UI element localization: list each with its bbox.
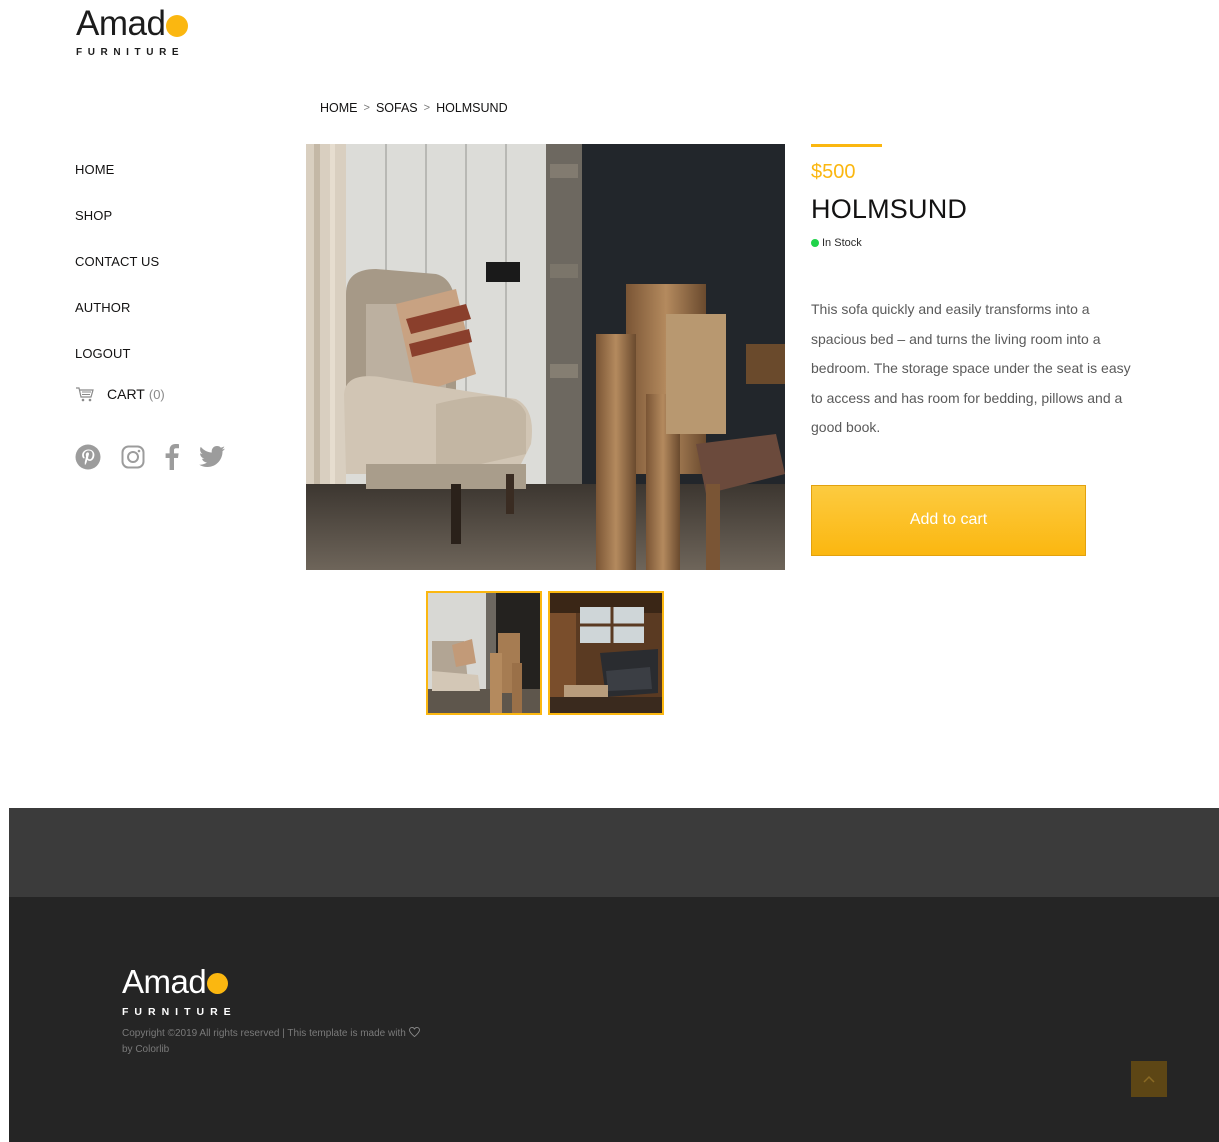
- stock-label: In Stock: [822, 237, 862, 249]
- living-room-thumbnail-photo: [550, 593, 662, 713]
- footer-logo-dot-icon: [207, 973, 229, 994]
- nav-item-home[interactable]: HOME: [75, 160, 255, 206]
- pinterest-icon[interactable]: [75, 444, 101, 470]
- product-main-image[interactable]: [306, 144, 785, 570]
- price-accent-line: [811, 144, 882, 147]
- thumbnail-strip: [426, 591, 664, 715]
- logo-dot-icon: [166, 14, 189, 37]
- breadcrumb: HOME > SOFAS > HOLMSUND: [320, 101, 508, 115]
- thumbnail-1[interactable]: [426, 591, 542, 715]
- armchair-photo: [306, 144, 785, 570]
- stock-status: In Stock: [811, 237, 1151, 249]
- twitter-icon[interactable]: [199, 446, 225, 468]
- cart-label: CART: [107, 386, 145, 402]
- breadcrumb-separator: >: [423, 102, 431, 114]
- add-to-cart-button[interactable]: Add to cart: [811, 484, 1086, 556]
- cart-icon: [76, 387, 94, 402]
- footer-logo-tagline: FURNITURE: [122, 1006, 237, 1018]
- logo-tagline: FURNITURE: [76, 47, 185, 58]
- breadcrumb-home[interactable]: HOME: [320, 101, 358, 115]
- armchair-thumbnail-photo: [428, 593, 540, 713]
- logo-text: Amad: [76, 4, 166, 43]
- cart-count: (0): [148, 386, 165, 402]
- sidebar-nav: HOME SHOP CONTACT US AUTHOR LOGOUT CART …: [75, 160, 255, 470]
- product-name: HOLMSUND: [811, 194, 968, 224]
- nav-item-contact-us[interactable]: CONTACT US: [75, 252, 255, 298]
- logo-wordmark: Amad: [76, 4, 189, 43]
- breadcrumb-current: HOLMSUND: [436, 101, 508, 115]
- back-to-top-button[interactable]: [1131, 1061, 1167, 1097]
- thumbnail-2[interactable]: [548, 591, 664, 715]
- social-links: [75, 444, 255, 470]
- chevron-up-icon: [1143, 1075, 1155, 1083]
- copyright-text: Copyright ©2019 All rights reserved | Th…: [122, 1026, 432, 1058]
- nav-item-shop[interactable]: SHOP: [75, 206, 255, 252]
- footer-logo[interactable]: Amad FURNITURE: [122, 965, 237, 1018]
- instagram-icon[interactable]: [121, 445, 145, 469]
- copyright-credit[interactable]: by Colorlib: [122, 1044, 169, 1055]
- copyright-main: Copyright ©2019 All rights reserved | Th…: [122, 1028, 406, 1039]
- logo[interactable]: Amad FURNITURE: [76, 4, 189, 58]
- facebook-icon[interactable]: [165, 444, 179, 470]
- cart-link[interactable]: CART (0): [75, 382, 255, 406]
- footer: Amad FURNITURE Copyright ©2019 All right…: [9, 897, 1219, 1142]
- nav-item-author[interactable]: AUTHOR: [75, 298, 255, 344]
- footer-top-band: [9, 808, 1219, 897]
- in-stock-dot-icon: [811, 239, 819, 247]
- footer-logo-wordmark: Amad: [122, 965, 237, 998]
- footer-logo-text: Amad: [122, 963, 207, 1000]
- product-description: This sofa quickly and easily transforms …: [811, 301, 1131, 435]
- product-info: $500 HOLMSUND In Stock This sofa quickly…: [811, 144, 1151, 556]
- breadcrumb-sofas[interactable]: SOFAS: [376, 101, 418, 115]
- product-price: $500: [811, 161, 856, 183]
- heart-icon: [408, 1027, 420, 1037]
- breadcrumb-separator: >: [363, 102, 370, 114]
